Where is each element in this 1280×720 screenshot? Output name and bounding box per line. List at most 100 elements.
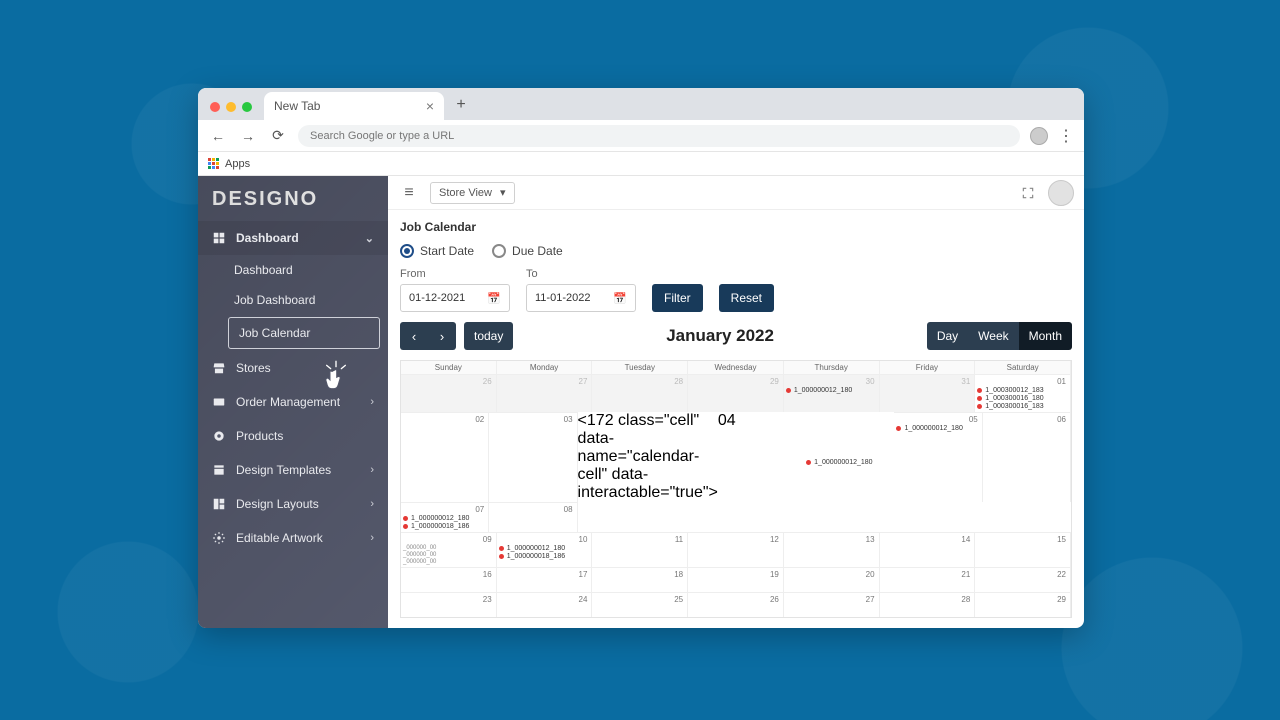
minimize-window-icon[interactable]: [226, 102, 236, 112]
calendar-cell[interactable]: 09 _000000_00 _000000_00 _000000_00: [401, 532, 497, 567]
close-window-icon[interactable]: [210, 102, 220, 112]
reload-button[interactable]: ⟳: [268, 127, 288, 144]
view-week-button[interactable]: Week: [968, 322, 1018, 350]
calendar-event[interactable]: 1_000000012_180: [403, 515, 486, 522]
view-day-button[interactable]: Day: [927, 322, 968, 350]
sidebar-item-design-layouts[interactable]: Design Layouts ›: [198, 487, 388, 521]
next-month-button[interactable]: ›: [428, 322, 456, 350]
sidebar-item-job-calendar[interactable]: Job Calendar: [228, 317, 380, 349]
calendar-event[interactable]: 1_000000012_180: [786, 387, 877, 394]
calendar-cell[interactable]: 08: [489, 502, 577, 532]
store-view-dropdown[interactable]: Store View ▾: [430, 182, 515, 204]
templates-icon: [212, 463, 226, 477]
browser-menu-icon[interactable]: ⋮: [1058, 126, 1074, 146]
calendar-cell[interactable]: 27: [497, 374, 593, 412]
sidebar-item-label: Editable Artwork: [236, 531, 323, 545]
calendar-cell[interactable]: 23: [401, 592, 497, 617]
calendar-cell[interactable]: 21: [880, 567, 976, 592]
calendar-cell[interactable]: 28: [592, 374, 688, 412]
calendar-event[interactable]: _000000_00: [403, 559, 494, 565]
radio-icon: [400, 244, 414, 258]
day-header: Wednesday: [688, 361, 784, 374]
apps-grid-icon[interactable]: [208, 158, 219, 169]
calendar-cell[interactable]: 06: [983, 412, 1071, 502]
sidebar-item-design-templates[interactable]: Design Templates ›: [198, 453, 388, 487]
back-button[interactable]: ←: [208, 128, 228, 144]
calendar-cell[interactable]: 24: [497, 592, 593, 617]
sidebar-item-dashboard[interactable]: Dashboard ⌄: [198, 221, 388, 255]
sidebar-item-job-dashboard[interactable]: Job Dashboard: [228, 285, 388, 315]
calendar-event[interactable]: _000000_00: [403, 552, 494, 558]
calendar-event[interactable]: 1_000300012_183: [977, 387, 1068, 394]
window-controls: [206, 102, 258, 120]
radio-due-date[interactable]: Due Date: [492, 244, 563, 258]
calendar-event[interactable]: 1_000000012_180: [806, 422, 894, 502]
sidebar-item-editable-artwork[interactable]: Editable Artwork ›: [198, 521, 388, 555]
calendar-cell[interactable]: 30 1_000000012_180: [784, 374, 880, 412]
new-tab-button[interactable]: +: [450, 94, 472, 116]
calendar-cell[interactable]: 11: [592, 532, 688, 567]
reset-button[interactable]: Reset: [719, 284, 774, 312]
apps-label[interactable]: Apps: [225, 158, 250, 170]
today-button[interactable]: today: [464, 322, 513, 350]
sidebar-item-label: Dashboard: [236, 231, 299, 245]
chevron-down-icon: ⌄: [365, 232, 374, 245]
sidebar-item-label: Dashboard: [234, 263, 293, 277]
calendar-cell[interactable]: 25: [592, 592, 688, 617]
calendar-cell[interactable]: 14: [880, 532, 976, 567]
calendar-event[interactable]: 1_000300016_183: [977, 403, 1068, 410]
calendar-cell[interactable]: 26: [401, 374, 497, 412]
filter-button[interactable]: Filter: [652, 284, 703, 312]
calendar-cell[interactable]: 18: [592, 567, 688, 592]
forward-button[interactable]: →: [238, 128, 258, 144]
sidebar-item-stores[interactable]: Stores: [198, 351, 388, 385]
menu-toggle-icon[interactable]: ≡: [398, 182, 420, 204]
view-month-button[interactable]: Month: [1019, 322, 1072, 350]
calendar-cell[interactable]: 27: [784, 592, 880, 617]
calendar-event[interactable]: 1_000000018_186: [403, 523, 486, 530]
calendar-cell[interactable]: 05 1_000000012_180: [894, 412, 982, 502]
url-bar[interactable]: Search Google or type a URL: [298, 125, 1020, 147]
day-header: Monday: [497, 361, 593, 374]
chevron-right-icon: ›: [370, 498, 374, 510]
sidebar-item-products[interactable]: Products: [198, 419, 388, 453]
calendar-cell[interactable]: 13: [784, 532, 880, 567]
sidebar-item-sub-dashboard[interactable]: Dashboard: [228, 255, 388, 285]
calendar-cell[interactable]: 28: [880, 592, 976, 617]
to-date-input[interactable]: 11-01-2022 📅: [526, 284, 636, 312]
sidebar-item-order-management[interactable]: Order Management ›: [198, 385, 388, 419]
browser-tab[interactable]: New Tab ×: [264, 92, 444, 120]
calendar-cell[interactable]: 10 1_000000012_180 1_000000018_186: [497, 532, 593, 567]
calendar-cell[interactable]: 31: [880, 374, 976, 412]
calendar-event[interactable]: 1_000300016_180: [977, 395, 1068, 402]
from-date-input[interactable]: 01-12-2021 📅: [400, 284, 510, 312]
calendar-cell[interactable]: 20: [784, 567, 880, 592]
radio-start-date[interactable]: Start Date: [400, 244, 474, 258]
calendar-cell[interactable]: 02: [401, 412, 489, 502]
calendar-cell[interactable]: 01 1_000300012_183 1_000300016_180 1_000…: [975, 374, 1071, 412]
calendar-event[interactable]: 1_000000012_180: [896, 425, 979, 432]
profile-icon[interactable]: [1030, 127, 1048, 145]
calendar-cell[interactable]: 19: [688, 567, 784, 592]
calendar-cell[interactable]: 29: [975, 592, 1071, 617]
close-tab-icon[interactable]: ×: [426, 98, 434, 114]
calendar-cell[interactable]: 12: [688, 532, 784, 567]
calendar-cell[interactable]: 07 1_000000012_180 1_000000018_186: [401, 502, 489, 532]
calendar-event[interactable]: _000000_00: [403, 545, 494, 551]
calendar-cell[interactable]: 17: [497, 567, 593, 592]
fullscreen-icon[interactable]: [1018, 183, 1038, 203]
calendar-cell[interactable]: 15: [975, 532, 1071, 567]
calendar-cell[interactable]: 29: [688, 374, 784, 412]
maximize-window-icon[interactable]: [242, 102, 252, 112]
calendar-event[interactable]: 1_000000018_186: [499, 553, 590, 560]
tab-title: New Tab: [274, 99, 320, 113]
browser-toolbar: ← → ⟳ Search Google or type a URL ⋮: [198, 120, 1084, 152]
calendar-cell[interactable]: 03: [489, 412, 577, 502]
card-icon: [212, 395, 226, 409]
calendar-event[interactable]: 1_000000012_180: [499, 545, 590, 552]
user-avatar[interactable]: [1048, 180, 1074, 206]
calendar-cell[interactable]: 22: [975, 567, 1071, 592]
calendar-cell[interactable]: 16: [401, 567, 497, 592]
prev-month-button[interactable]: ‹: [400, 322, 428, 350]
calendar-cell[interactable]: 26: [688, 592, 784, 617]
